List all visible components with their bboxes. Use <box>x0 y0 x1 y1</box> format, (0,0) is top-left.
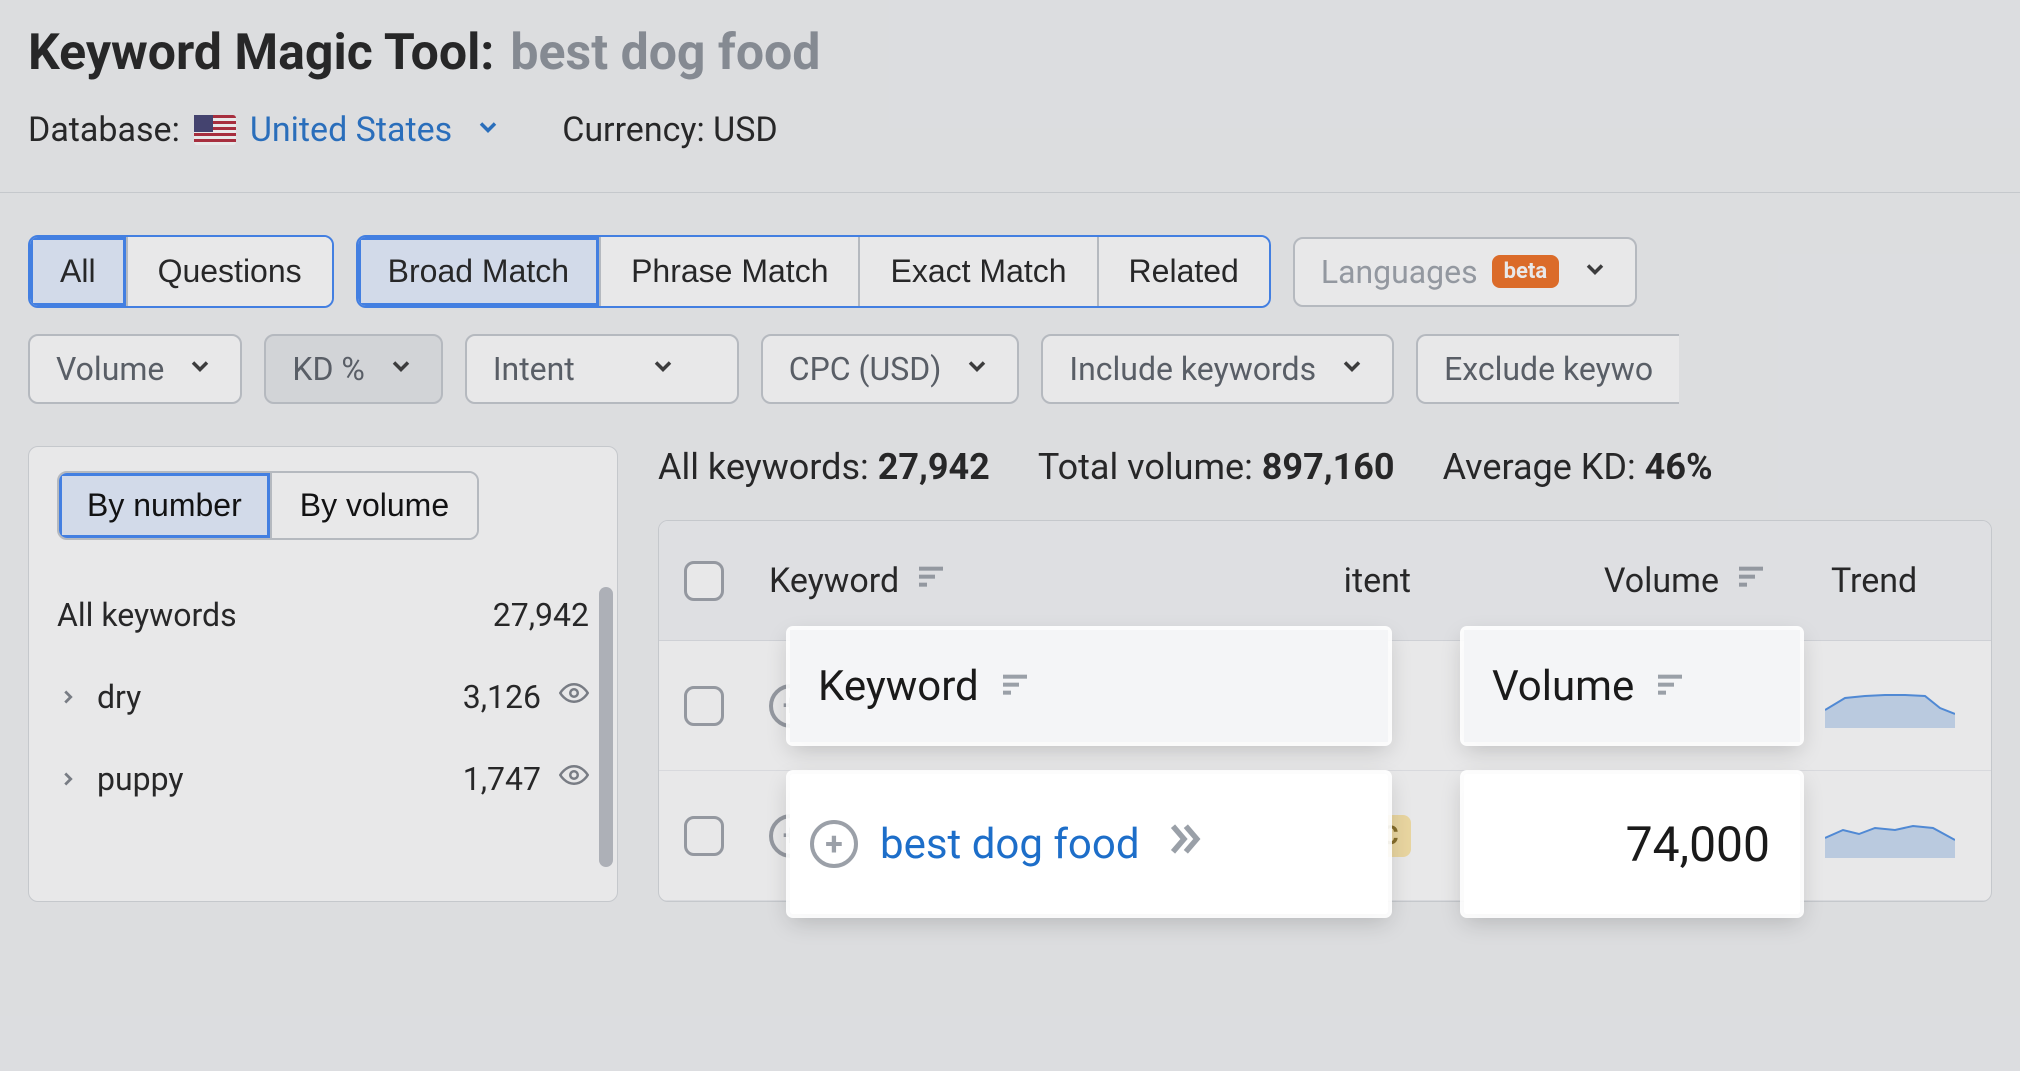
col-keyword[interactable]: Keyword <box>749 560 1311 601</box>
sort-by-volume[interactable]: By volume <box>272 473 477 538</box>
sort-by-number[interactable]: By number <box>59 473 272 538</box>
sort-icon <box>1735 560 1767 601</box>
tab-questions[interactable]: Questions <box>128 237 332 306</box>
eye-icon[interactable] <box>559 760 589 798</box>
database-label: Database: <box>28 110 180 150</box>
keyword-cell[interactable]: + best dog food <box>749 679 1311 732</box>
languages-dropdown[interactable]: Languages beta <box>1293 237 1637 307</box>
chevron-right-icon <box>57 678 79 716</box>
scrollbar-thumb[interactable] <box>599 587 613 867</box>
page-title: Keyword Magic Tool: best dog food <box>28 24 1992 82</box>
chevron-down-icon <box>1338 350 1366 388</box>
tab-phrase-match[interactable]: Phrase Match <box>601 237 860 306</box>
beta-badge: beta <box>1492 255 1559 288</box>
chevron-down-icon <box>963 350 991 388</box>
trend-cell <box>1791 810 1991 862</box>
divider <box>0 192 2020 193</box>
filter-exclude-keywords[interactable]: Exclude keywo <box>1416 334 1679 404</box>
chevrons-right-icon[interactable] <box>833 836 1155 881</box>
eye-icon[interactable] <box>559 678 589 716</box>
filter-intent[interactable]: Intent <box>465 334 739 404</box>
intent-badge: C <box>1369 815 1411 857</box>
col-volume[interactable]: Volume <box>1431 560 1791 601</box>
chevron-down-icon <box>186 350 214 388</box>
filter-volume[interactable]: Volume <box>28 334 242 404</box>
database-selector[interactable]: Database: United States <box>28 110 502 150</box>
us-flag-icon <box>194 115 236 145</box>
tab-all[interactable]: All <box>30 237 128 306</box>
currency-display: Currency: USD <box>562 110 778 150</box>
trend-cell <box>1791 680 1991 732</box>
table-row: + best dog food 74,000 <box>659 641 1991 771</box>
sort-icon <box>915 560 947 601</box>
sidebar-group-puppy[interactable]: puppy 1,747 <box>29 738 617 820</box>
chevron-down-icon <box>649 350 677 388</box>
keyword-groups-sidebar: By number By volume All keywords 27,942 … <box>28 446 618 902</box>
row-checkbox[interactable] <box>684 816 724 856</box>
filter-kd[interactable]: KD % <box>264 334 442 404</box>
chevrons-right-icon[interactable] <box>1113 679 1157 732</box>
tab-broad-match[interactable]: Broad Match <box>358 237 601 306</box>
sidebar-group-dry[interactable]: dry 3,126 <box>29 656 617 738</box>
stat-avg-kd: Average KD: 46% <box>1443 446 1713 488</box>
table-header: Keyword itent Volume <box>659 521 1991 641</box>
filter-cpc[interactable]: CPC (USD) <box>761 334 1020 404</box>
chevron-down-icon <box>1581 253 1609 291</box>
col-trend[interactable]: Trend <box>1791 561 1991 601</box>
tab-exact-match[interactable]: Exact Match <box>860 237 1098 306</box>
database-value: United States <box>250 110 452 150</box>
sidebar-sort-tabs: By number By volume <box>57 471 479 540</box>
stat-all-keywords: All keywords: 27,942 <box>658 446 990 488</box>
tool-name: Keyword Magic Tool: <box>28 24 494 82</box>
select-all-checkbox[interactable] <box>684 561 724 601</box>
chevron-down-icon <box>387 350 415 388</box>
row-checkbox[interactable] <box>684 686 724 726</box>
sidebar-all-keywords[interactable]: All keywords 27,942 <box>29 574 617 656</box>
chevron-down-icon <box>474 110 502 150</box>
add-icon[interactable]: + <box>769 814 813 858</box>
results-panel: All keywords: 27,942 Total volume: 897,1… <box>658 446 1992 902</box>
query-text: best dog food <box>510 24 820 82</box>
match-tabs: Broad Match Phrase Match Exact Match Rel… <box>356 235 1271 308</box>
trend-sparkline <box>1825 810 1955 858</box>
volume-cell: 22,200 <box>1431 815 1791 857</box>
keyword-cell[interactable]: + best dog food brands <box>749 790 1311 881</box>
stat-total-volume: Total volume: 897,160 <box>1038 446 1395 488</box>
table-row: + best dog food brands C 22,200 <box>659 771 1991 901</box>
tab-related[interactable]: Related <box>1099 237 1269 306</box>
keywords-table: Keyword itent Volume <box>658 520 1992 902</box>
trend-sparkline <box>1825 680 1955 728</box>
chevron-right-icon <box>57 760 79 798</box>
filter-include-keywords[interactable]: Include keywords <box>1041 334 1394 404</box>
scope-tabs: All Questions <box>28 235 334 308</box>
volume-cell: 74,000 <box>1431 680 1791 732</box>
col-intent[interactable]: itent <box>1311 561 1431 601</box>
add-icon[interactable]: + <box>769 684 813 728</box>
